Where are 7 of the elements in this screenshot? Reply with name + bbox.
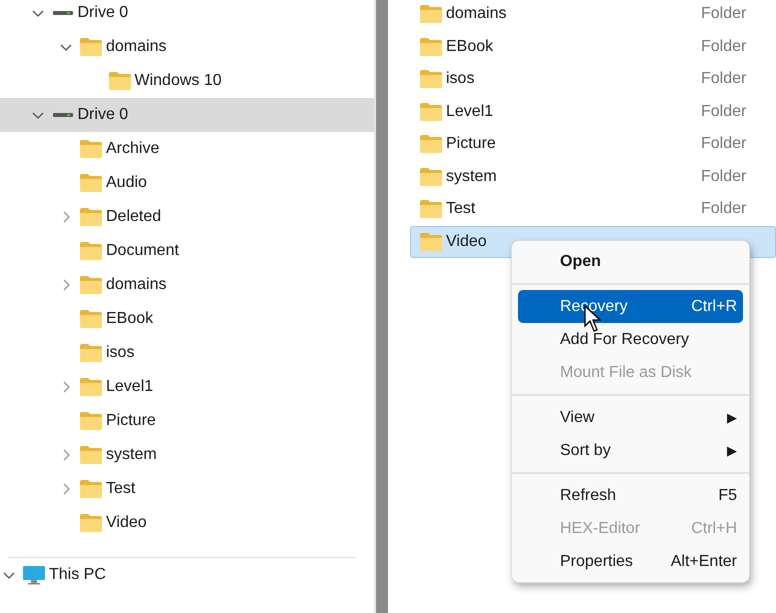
file-type: Folder — [701, 36, 746, 57]
file-type: Folder — [701, 199, 746, 220]
file-type: Folder — [701, 102, 746, 122]
file-type: Folder — [701, 166, 746, 187]
file-type: Folder — [701, 69, 746, 90]
file-type: Folder — [701, 134, 746, 154]
file-type: Folder — [701, 4, 746, 24]
